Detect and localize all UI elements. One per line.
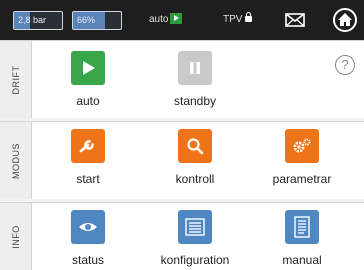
section-info-label: INFO <box>11 224 21 249</box>
section-info-sidebar: INFO <box>0 203 32 270</box>
top-status-bar: 2,8 bar 66% auto TPV <box>0 0 364 40</box>
konfiguration-tile[interactable]: konfiguration <box>150 210 240 267</box>
mail-icon <box>285 13 305 27</box>
section-drift: DRIFT auto standby ? <box>0 40 364 118</box>
pressure-indicator: 2,8 bar <box>13 11 63 30</box>
auto-button[interactable] <box>71 51 105 85</box>
level-indicator: 66% <box>72 11 122 30</box>
kontroll-label: kontroll <box>175 172 215 186</box>
manual-tile[interactable]: manual <box>257 210 347 267</box>
mail-button[interactable] <box>284 11 306 29</box>
section-modus-label: MODUS <box>11 142 21 179</box>
gears-icon <box>293 138 311 153</box>
help-button[interactable]: ? <box>335 55 355 75</box>
section-drift-label: DRIFT <box>11 65 21 94</box>
manual-button[interactable] <box>285 210 319 244</box>
status-button[interactable] <box>71 210 105 244</box>
start-tile[interactable]: start <box>43 129 133 186</box>
konfiguration-button[interactable] <box>178 210 212 244</box>
eye-icon <box>79 223 97 231</box>
lock-icon <box>245 12 253 22</box>
tpv-status: TPV <box>223 12 253 28</box>
pressure-value: 2,8 bar <box>18 15 47 25</box>
section-modus-sidebar: MODUS <box>0 122 32 199</box>
home-icon <box>338 13 352 26</box>
standby-tile[interactable]: standby <box>150 51 240 108</box>
list-icon <box>185 218 205 236</box>
konfiguration-label: konfiguration <box>160 253 230 267</box>
kontroll-button[interactable] <box>178 129 212 163</box>
tpv-label: TPV <box>223 14 243 25</box>
status-label: status <box>71 253 104 267</box>
section-info: INFO status konfiguration manual <box>0 202 364 270</box>
wrench-icon <box>79 140 94 153</box>
section-drift-sidebar: DRIFT <box>0 41 32 118</box>
standby-button[interactable] <box>178 51 212 85</box>
parametrar-button[interactable] <box>285 129 319 163</box>
start-label: start <box>76 172 100 186</box>
auto-tile[interactable]: auto <box>43 51 133 108</box>
mode-status-label: auto <box>149 14 169 25</box>
play-icon <box>83 61 95 75</box>
status-tile[interactable]: status <box>43 210 133 267</box>
standby-label: standby <box>173 94 217 108</box>
kontroll-tile[interactable]: kontroll <box>150 129 240 186</box>
play-icon <box>170 13 183 24</box>
auto-label: auto <box>76 94 100 108</box>
manual-label: manual <box>282 253 322 267</box>
document-icon <box>294 216 310 238</box>
parametrar-label: parametrar <box>272 172 332 186</box>
home-button[interactable] <box>333 8 357 32</box>
section-modus: MODUS start kontroll parametrar <box>0 121 364 199</box>
mode-status: auto <box>149 12 183 28</box>
level-value: 66% <box>77 15 96 25</box>
parametrar-tile[interactable]: parametrar <box>257 129 347 186</box>
search-icon <box>187 138 204 155</box>
pause-icon <box>190 62 200 74</box>
start-button[interactable] <box>71 129 105 163</box>
